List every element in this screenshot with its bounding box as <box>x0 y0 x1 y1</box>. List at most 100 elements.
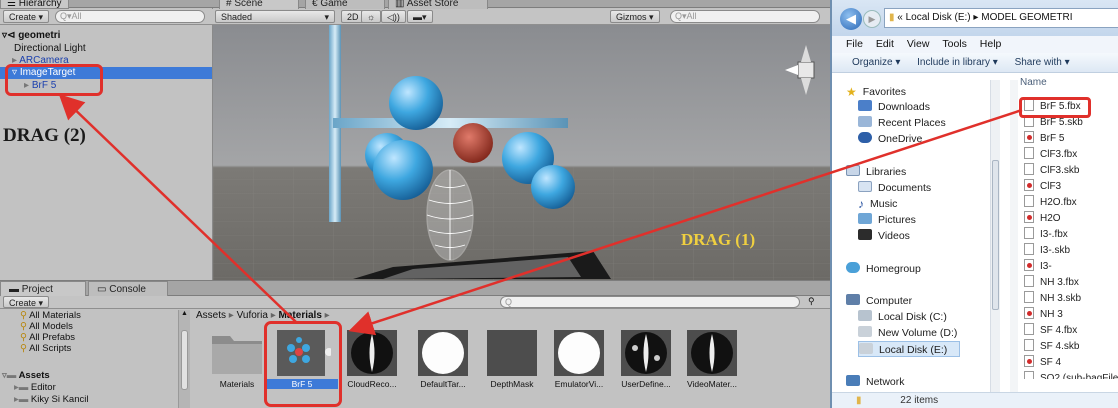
file-icon <box>1024 147 1034 159</box>
folder-kiky-si-kancil[interactable]: ▸▬ Kiky Si Kancil <box>14 394 88 406</box>
nav-computer[interactable]: Computer <box>846 293 912 309</box>
favorite-all-scripts[interactable]: ⚲ All Scripts <box>20 343 71 355</box>
file-row[interactable]: NH 3 <box>1024 307 1063 323</box>
file-row[interactable]: BrF 5 <box>1024 131 1064 147</box>
address-input[interactable]: ▮ « Local Disk (E:) ▸ MODEL GEOMETRI <box>884 8 1118 28</box>
file-icon <box>1024 275 1034 287</box>
tab-asset-store[interactable]: ▥ Asset Store <box>388 0 488 9</box>
forward-button[interactable]: ▶ <box>863 10 881 28</box>
scene-root-item[interactable]: ▿⊲ geometri <box>0 30 212 42</box>
file-row[interactable]: ClF3.fbx <box>1024 147 1077 163</box>
file-row[interactable]: SO2 (sub-bagFile) <box>1024 371 1118 379</box>
nav-favorites[interactable]: ★ Favorites <box>846 84 906 100</box>
nav-pictures[interactable]: Pictures <box>858 212 916 228</box>
effects-dropdown[interactable]: ▬▾ <box>407 10 433 23</box>
menu-tools[interactable]: Tools <box>942 38 967 50</box>
menu-edit[interactable]: Edit <box>876 38 894 50</box>
scene-search-input[interactable]: Q▾All <box>670 10 820 23</box>
nav-documents[interactable]: Documents <box>858 180 931 196</box>
asset-materials-folder[interactable]: Materials <box>205 328 269 404</box>
file-row[interactable]: NH 3.skb <box>1024 291 1081 307</box>
tab-game[interactable]: € Game <box>305 0 385 9</box>
file-row[interactable]: ClF3.skb <box>1024 163 1079 179</box>
nav-network[interactable]: Network <box>846 374 905 390</box>
hierarchy-search-input[interactable]: Q▾All <box>55 10 205 23</box>
file-row[interactable]: H2O.fbx <box>1024 195 1077 211</box>
unity-scene-icon: ▿⊲ <box>2 30 19 41</box>
nav-local-disk-e[interactable]: Local Disk (E:) <box>858 341 961 357</box>
file-name: H2O <box>1040 213 1061 224</box>
file-row[interactable]: ClF3 <box>1024 179 1061 195</box>
tab-project[interactable]: ▬ Project <box>0 281 86 296</box>
lighting-toggle[interactable]: ☼ <box>361 10 382 23</box>
asset-label: Materials <box>219 379 255 389</box>
asset-cloudreco[interactable]: CloudReco... <box>340 328 404 404</box>
nav-recent-places[interactable]: Recent Places <box>858 115 946 131</box>
create-button[interactable]: Create ▾ <box>3 10 50 23</box>
material-plain-icon <box>487 330 537 376</box>
breadcrumb-vuforia[interactable]: Vuforia <box>237 310 268 321</box>
nav-libraries[interactable]: Libraries <box>846 164 906 180</box>
tab-scene[interactable]: # Scene <box>219 0 299 9</box>
file-row[interactable]: H2O <box>1024 211 1061 227</box>
asset-label: VideoMater... <box>687 379 737 389</box>
organize-button[interactable]: Organize ▾ <box>852 57 900 68</box>
shaded-dropdown[interactable]: Shaded ▾ <box>215 10 335 23</box>
videos-icon <box>858 229 872 240</box>
nav-music[interactable]: ♪ Music <box>858 196 897 212</box>
file-row[interactable]: SF 4.fbx <box>1024 323 1077 339</box>
file-row[interactable]: I3-.fbx <box>1024 227 1068 243</box>
nav-videos[interactable]: Videos <box>858 228 910 244</box>
assets-root[interactable]: ▿▬ Assets <box>2 370 50 382</box>
tab-console[interactable]: ▭ Console <box>88 281 168 296</box>
tree-scrollbar[interactable]: ▲ <box>178 310 190 408</box>
menu-file[interactable]: File <box>846 38 863 50</box>
nav-scrollbar[interactable] <box>990 80 1000 392</box>
asset-userdefined[interactable]: UserDefine... <box>614 328 678 404</box>
nav-new-volume-d[interactable]: New Volume (D:) <box>858 325 957 341</box>
scene-viewport[interactable]: DRAG (1) <box>213 25 830 280</box>
file-row[interactable]: SF 4.skb <box>1024 339 1079 355</box>
menu-help[interactable]: Help <box>980 38 1002 50</box>
column-header-name[interactable]: Name <box>1020 77 1047 88</box>
audio-toggle[interactable]: ◁)) <box>381 10 406 23</box>
arrow-right-icon: ▶ <box>868 14 876 24</box>
file-row[interactable]: SF 4 <box>1024 355 1061 371</box>
breadcrumb-materials[interactable]: Materials <box>279 310 322 321</box>
documents-icon <box>858 181 872 192</box>
lock-icon[interactable]: ⚲ <box>808 296 815 307</box>
project-search-input[interactable]: Q <box>500 296 800 308</box>
hierarchy-item-directional-light[interactable]: Directional Light <box>0 43 212 55</box>
asset-videomaterial[interactable]: VideoMater... <box>680 328 744 404</box>
store-icon: ▥ <box>395 0 407 9</box>
tab-hierarchy[interactable]: ☰ Hierarchy <box>0 0 69 9</box>
file-row[interactable]: NH 3.fbx <box>1024 275 1079 291</box>
asset-emulatorvideo[interactable]: EmulatorVi... <box>547 328 611 404</box>
menu-view[interactable]: View <box>907 38 930 50</box>
material-sphere-icon <box>347 330 397 376</box>
file-name: SF 4.fbx <box>1040 325 1078 336</box>
nav-downloads[interactable]: Downloads <box>858 99 930 115</box>
material-sphere-icon <box>621 330 671 376</box>
folder-editor[interactable]: ▸▬ Editor <box>14 382 56 394</box>
nav-homegroup[interactable]: Homegroup <box>846 261 921 277</box>
file-row[interactable]: I3-.skb <box>1024 243 1070 259</box>
include-in-library-button[interactable]: Include in library ▾ <box>917 57 998 68</box>
search-favorite-icon: ⚲ <box>20 310 30 321</box>
back-button[interactable]: ◀ <box>840 8 862 30</box>
nav-onedrive[interactable]: OneDrive <box>858 131 922 147</box>
project-create-button[interactable]: Create ▾ <box>3 296 50 308</box>
asset-depthmask[interactable]: DepthMask <box>480 328 544 404</box>
gizmos-dropdown[interactable]: Gizmos ▾ <box>610 10 660 23</box>
nav-local-disk-c[interactable]: Local Disk (C:) <box>858 309 947 325</box>
breadcrumb-assets[interactable]: Assets <box>196 310 226 321</box>
file-name: SF 4.skb <box>1040 341 1080 352</box>
file-icon <box>1024 339 1034 351</box>
file-scrollbar[interactable] <box>1010 80 1018 392</box>
file-row[interactable]: I3- <box>1024 259 1052 275</box>
drag-1-label: DRAG (1) <box>681 230 755 249</box>
asset-label: EmulatorVi... <box>554 379 604 389</box>
asset-defaulttarget[interactable]: DefaultTar... <box>411 328 475 404</box>
share-with-button[interactable]: Share with ▾ <box>1015 57 1070 68</box>
file-icon <box>1024 227 1034 239</box>
